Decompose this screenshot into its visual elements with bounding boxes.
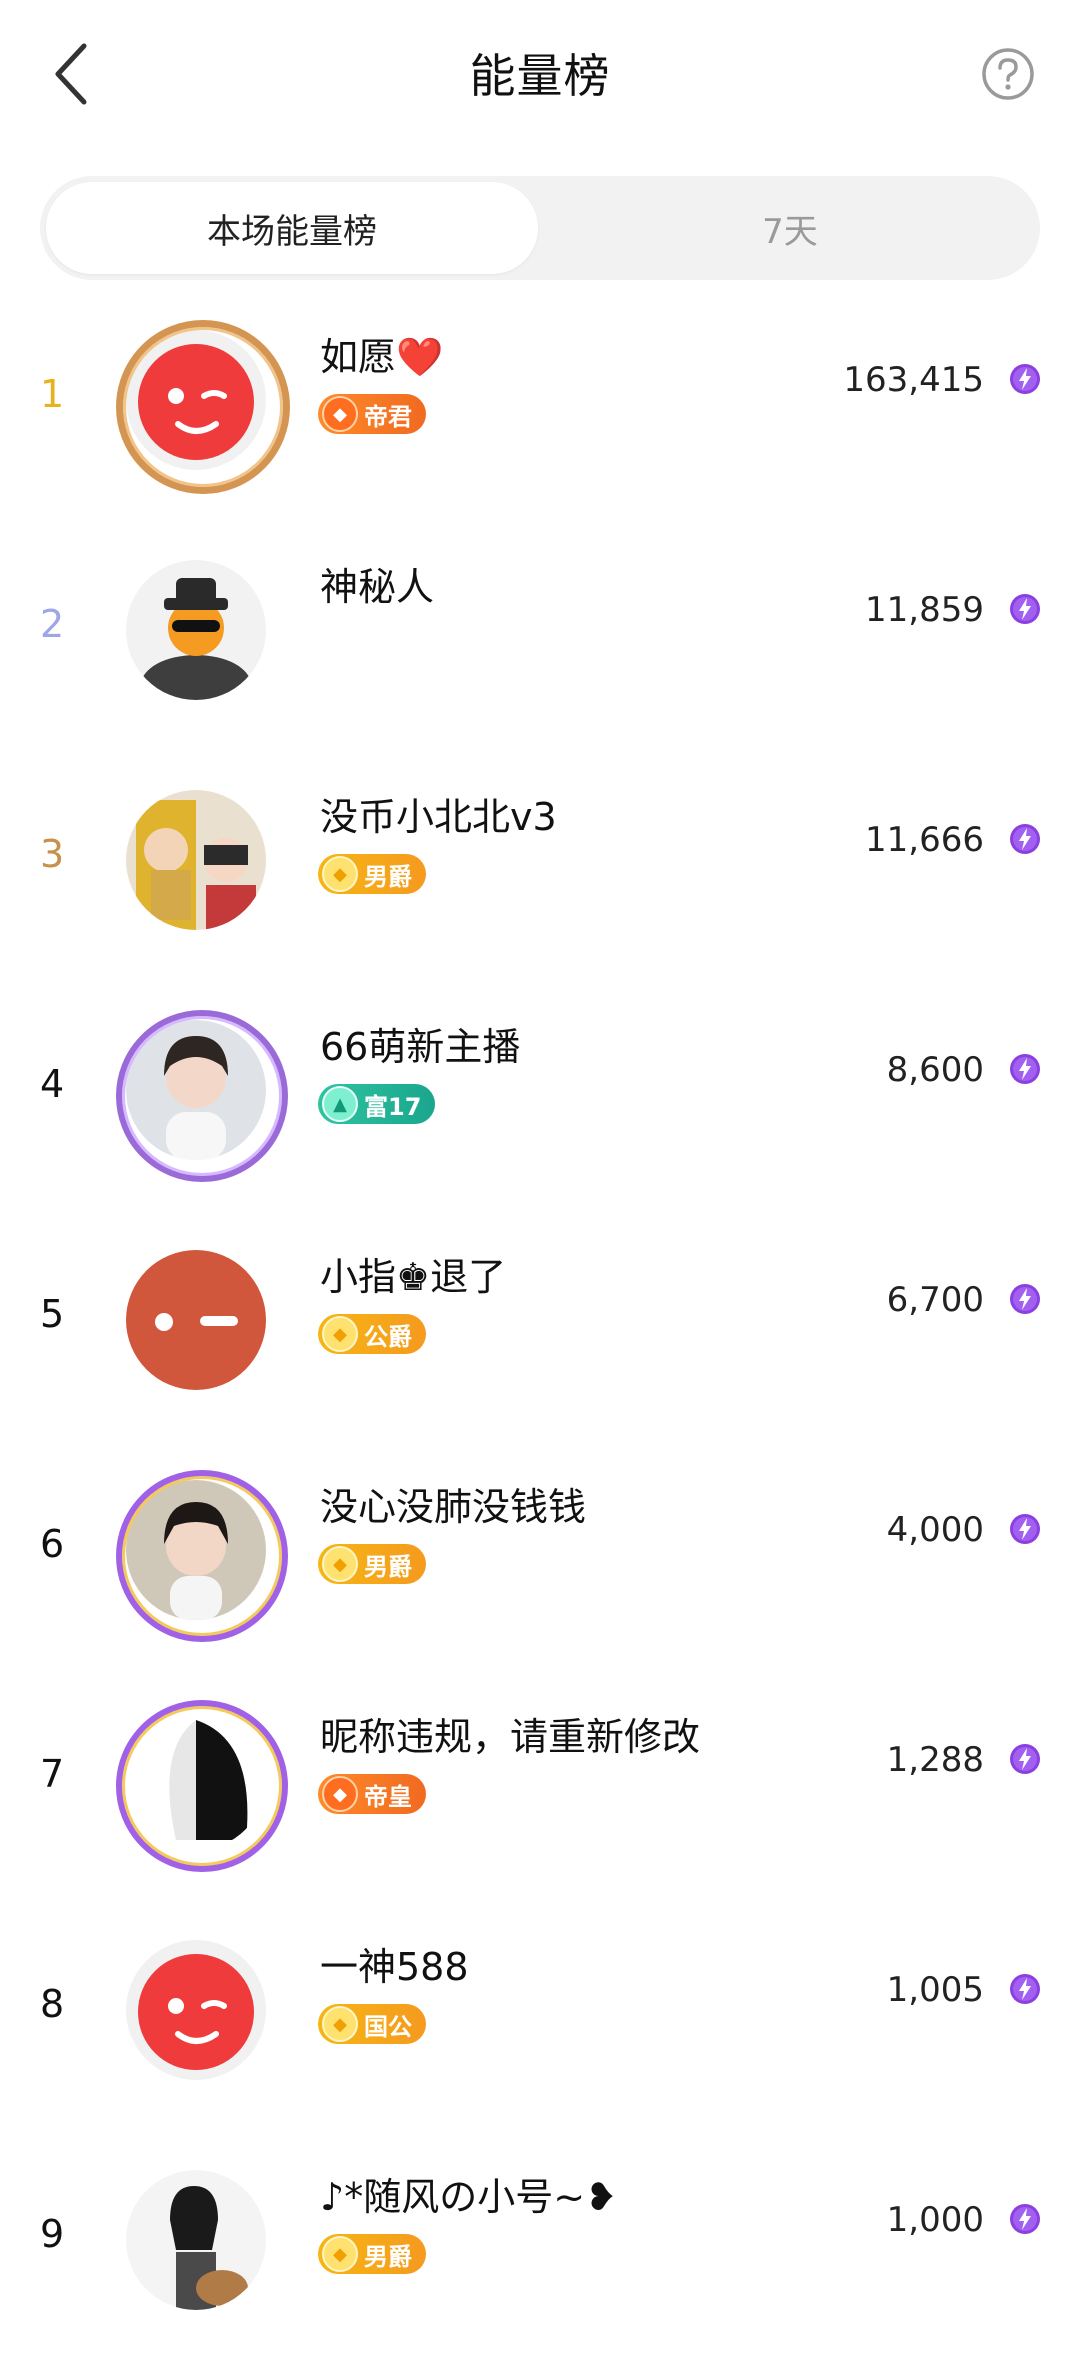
- rank-number: 9: [40, 2212, 65, 2256]
- badge-icon: ◆: [322, 1776, 358, 1812]
- energy-icon: [1010, 1974, 1040, 2004]
- ranking-row[interactable]: 4 66萌新主播 ▲ 富17 8,600: [0, 990, 1080, 1220]
- user-name: ♪*随风の小号~❥: [320, 2175, 617, 2219]
- rank-number: 3: [40, 832, 65, 876]
- energy-score: 1,000: [886, 2200, 984, 2240]
- energy-score: 11,666: [865, 820, 984, 860]
- user-name: 没心没肺没钱钱: [320, 1485, 587, 1529]
- user-name: 神秘人: [320, 565, 435, 609]
- tab-current-session[interactable]: 本场能量榜: [46, 182, 538, 274]
- top-bar: 能量榜: [0, 0, 1080, 150]
- badge-label: 男爵: [364, 2242, 412, 2271]
- energy-icon: [1010, 1514, 1040, 1544]
- ranking-row[interactable]: 8 一神588 ◆ 国公 1,005: [0, 1910, 1080, 2140]
- rank-badge: ▲ 富17: [318, 1084, 436, 1124]
- energy-score: 1,005: [886, 1970, 984, 2010]
- user-avatar[interactable]: [126, 1710, 266, 1850]
- energy-score: 4,000: [886, 1510, 984, 1550]
- rank-number: 5: [40, 1292, 65, 1336]
- badge-icon: ◆: [322, 396, 358, 432]
- rank-number: 6: [40, 1522, 65, 1566]
- ranking-row[interactable]: 5 小指♚退了 ◆ 公爵 6,700: [0, 1220, 1080, 1450]
- energy-icon: [1010, 1284, 1040, 1314]
- badge-label: 国公: [364, 2012, 412, 2041]
- ranking-row[interactable]: 1 如愿❤️ ◆ 帝君 163,415: [0, 300, 1080, 530]
- rank-badge: ◆ 帝君: [318, 394, 426, 434]
- user-name: 如愿❤️: [320, 335, 444, 379]
- user-avatar[interactable]: [126, 2170, 266, 2310]
- energy-icon: [1010, 2204, 1040, 2234]
- badge-icon: ◆: [322, 2236, 358, 2272]
- energy-icon: [1010, 1054, 1040, 1084]
- ranking-row[interactable]: 6 没心没肺没钱钱 ◆ 男爵 4,000: [0, 1450, 1080, 1680]
- badge-label: 男爵: [364, 1552, 412, 1581]
- help-icon[interactable]: [980, 46, 1036, 102]
- badge-label: 公爵: [364, 1322, 412, 1351]
- rank-number: 1: [40, 372, 65, 416]
- user-avatar[interactable]: [126, 1480, 266, 1620]
- badge-icon: ◆: [322, 1546, 358, 1582]
- user-name: 昵称违规，请重新修改: [320, 1715, 701, 1759]
- tab-bar: 本场能量榜 7天: [40, 176, 1040, 280]
- rank-badge: ◆ 公爵: [318, 1314, 426, 1354]
- badge-icon: ▲: [322, 1086, 358, 1122]
- energy-score: 163,415: [843, 360, 984, 400]
- ranking-row[interactable]: 2 神秘人 11,859: [0, 530, 1080, 760]
- user-avatar[interactable]: [126, 330, 266, 470]
- energy-icon: [1010, 824, 1040, 854]
- user-name: 一神588: [320, 1945, 469, 1989]
- user-name: 66萌新主播: [320, 1025, 521, 1069]
- badge-icon: ◆: [322, 856, 358, 892]
- ranking-row[interactable]: 9 ♪*随风の小号~❥ ◆ 男爵 1,000: [0, 2140, 1080, 2370]
- rank-badge: ◆ 帝皇: [318, 1774, 426, 1814]
- rank-badge: ◆ 男爵: [318, 1544, 426, 1584]
- badge-icon: ◆: [322, 2006, 358, 2042]
- user-avatar[interactable]: [126, 1020, 266, 1160]
- badge-label: 男爵: [364, 862, 412, 891]
- badge-icon: ◆: [322, 1316, 358, 1352]
- energy-icon: [1010, 364, 1040, 394]
- user-avatar[interactable]: [126, 790, 266, 930]
- user-name: 小指♚退了: [320, 1255, 507, 1299]
- user-name: 没币小北北v3: [320, 795, 557, 839]
- user-avatar[interactable]: [126, 1940, 266, 2080]
- rank-number: 2: [40, 602, 65, 646]
- rank-badge: ◆ 男爵: [318, 2234, 426, 2274]
- user-avatar[interactable]: [126, 560, 266, 700]
- rank-number: 4: [40, 1062, 65, 1106]
- rank-number: 8: [40, 1982, 65, 2026]
- badge-label: 富17: [364, 1092, 422, 1121]
- energy-score: 8,600: [886, 1050, 984, 1090]
- energy-score: 1,288: [886, 1740, 984, 1780]
- ranking-row[interactable]: 7 昵称违规，请重新修改 ◆ 帝皇 1,288: [0, 1680, 1080, 1910]
- tab-7-days[interactable]: 7天: [580, 182, 1000, 274]
- energy-score: 6,700: [886, 1280, 984, 1320]
- badge-label: 帝君: [364, 402, 412, 431]
- energy-score: 11,859: [865, 590, 984, 630]
- rank-badge: ◆ 国公: [318, 2004, 426, 2044]
- ranking-row[interactable]: 3 没币小北北v3 ◆ 男爵 11,666: [0, 760, 1080, 990]
- rank-number: 7: [40, 1752, 65, 1796]
- energy-icon: [1010, 594, 1040, 624]
- rank-badge: ◆ 男爵: [318, 854, 426, 894]
- page-title: 能量榜: [469, 49, 611, 103]
- user-avatar[interactable]: [126, 1250, 266, 1390]
- badge-label: 帝皇: [364, 1782, 412, 1811]
- energy-icon: [1010, 1744, 1040, 1774]
